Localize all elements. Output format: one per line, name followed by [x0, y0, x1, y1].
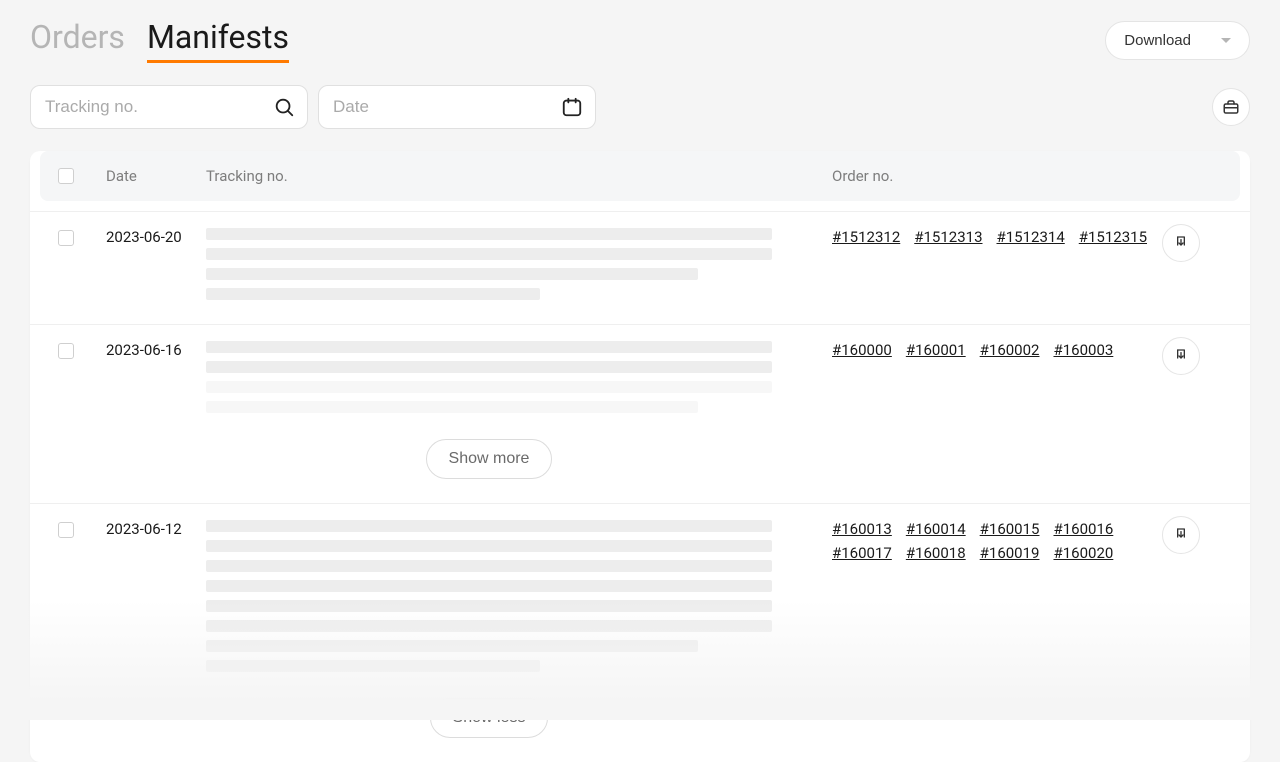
- table-header: Date Tracking no. Order no.: [40, 151, 1240, 201]
- row-date: 2023-06-12: [106, 520, 206, 538]
- download-label: Download: [1124, 32, 1191, 49]
- order-link[interactable]: #160018: [906, 544, 966, 562]
- table-row: 2023-06-12 Show less #160013 #160014 #16…: [30, 503, 1250, 762]
- date-input[interactable]: [333, 97, 581, 117]
- row-date: 2023-06-16: [106, 341, 206, 359]
- table-row: 2023-06-20 #1512312 #1512313 #1512314 #1…: [30, 211, 1250, 324]
- chevron-down-icon: [1221, 38, 1231, 43]
- row-checkbox[interactable]: [58, 343, 74, 359]
- tab-manifests[interactable]: Manifests: [147, 18, 289, 63]
- filter-settings-button[interactable]: [1212, 88, 1250, 126]
- orders-col: #160000 #160001 #160002 #160003: [832, 341, 1162, 359]
- row-download-button[interactable]: [1162, 337, 1200, 375]
- order-link[interactable]: #160013: [832, 520, 892, 538]
- search-icon[interactable]: [273, 96, 295, 118]
- show-less-button[interactable]: Show less: [430, 698, 549, 738]
- select-all-checkbox[interactable]: [58, 168, 74, 184]
- col-tracking: Tracking no.: [206, 167, 832, 185]
- row-download-button[interactable]: [1162, 224, 1200, 262]
- order-link[interactable]: #1512314: [997, 228, 1065, 246]
- order-link[interactable]: #1512315: [1079, 228, 1147, 246]
- tracking-skeleton: [206, 228, 832, 300]
- order-link[interactable]: #160014: [906, 520, 966, 538]
- tabs: Orders Manifests: [30, 18, 289, 63]
- order-link[interactable]: #160019: [980, 544, 1040, 562]
- order-link[interactable]: #160017: [832, 544, 892, 562]
- download-button[interactable]: Download: [1105, 21, 1250, 60]
- order-link[interactable]: #1512313: [914, 228, 982, 246]
- row-checkbox[interactable]: [58, 230, 74, 246]
- tracking-input-wrap: [30, 85, 308, 129]
- order-link[interactable]: #160020: [1053, 544, 1113, 562]
- order-link[interactable]: #1512312: [832, 228, 900, 246]
- order-link[interactable]: #160015: [980, 520, 1040, 538]
- col-order: Order no.: [832, 167, 1162, 185]
- briefcase-icon: [1222, 98, 1240, 116]
- manifests-table: Date Tracking no. Order no. 2023-06-20 #…: [30, 151, 1250, 762]
- table-row: 2023-06-16 Show more #160000 #160001 #16…: [30, 324, 1250, 503]
- row-checkbox[interactable]: [58, 522, 74, 538]
- orders-col: #1512312 #1512313 #1512314 #1512315: [832, 228, 1162, 246]
- date-input-wrap: [318, 85, 596, 129]
- col-date: Date: [106, 167, 206, 185]
- order-link[interactable]: #160002: [980, 341, 1040, 359]
- order-link[interactable]: #160016: [1053, 520, 1113, 538]
- tracking-skeleton: Show less: [206, 520, 832, 738]
- calendar-icon[interactable]: [561, 96, 583, 118]
- row-date: 2023-06-20: [106, 228, 206, 246]
- tab-orders[interactable]: Orders: [30, 18, 125, 60]
- download-icon: [1173, 348, 1189, 364]
- order-link[interactable]: #160001: [906, 341, 966, 359]
- tracking-input[interactable]: [45, 97, 293, 117]
- tracking-skeleton: Show more: [206, 341, 832, 479]
- show-more-button[interactable]: Show more: [426, 439, 553, 479]
- download-icon: [1173, 527, 1189, 543]
- order-link[interactable]: #160000: [832, 341, 892, 359]
- order-link[interactable]: #160003: [1053, 341, 1113, 359]
- download-icon: [1173, 235, 1189, 251]
- row-download-button[interactable]: [1162, 516, 1200, 554]
- orders-col: #160013 #160014 #160015 #160016 #160017 …: [832, 520, 1162, 562]
